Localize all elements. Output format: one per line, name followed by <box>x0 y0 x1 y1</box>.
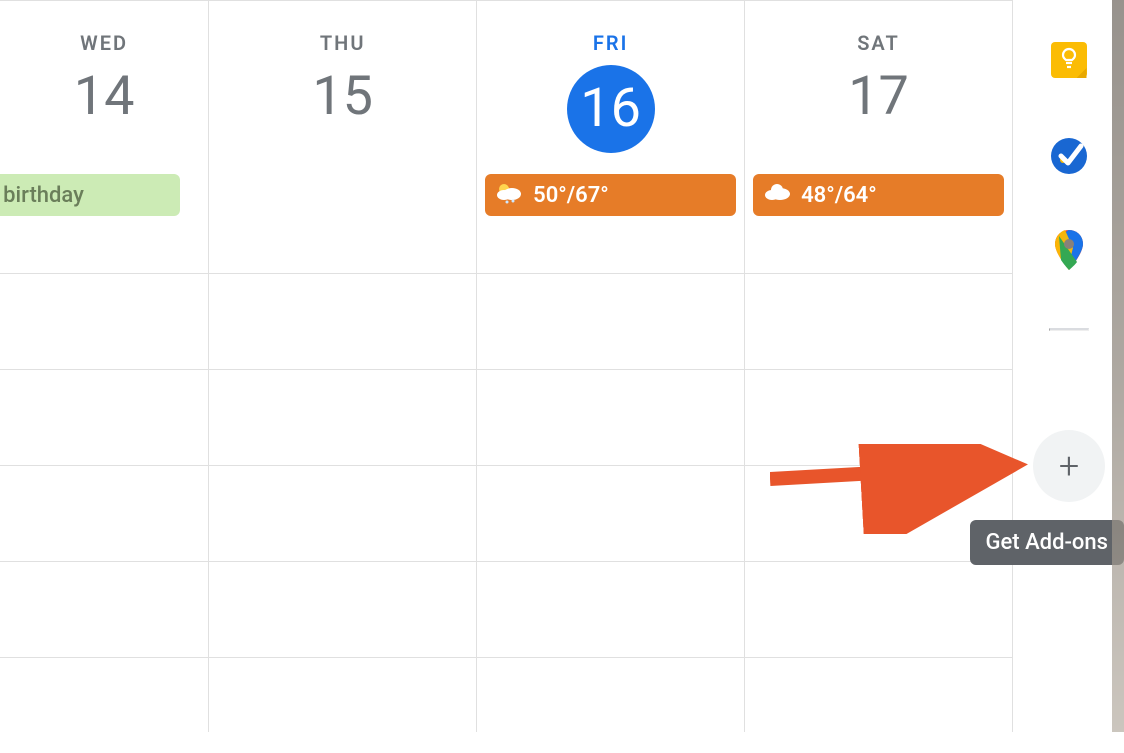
day-name-label: WED <box>0 31 208 55</box>
event-weather-sat[interactable]: 48°/64° <box>753 174 1004 216</box>
keep-icon <box>1051 42 1087 78</box>
tasks-icon <box>1051 138 1087 174</box>
day-header: FRI 16 <box>477 1 744 171</box>
day-header: THU 15 <box>209 1 476 171</box>
day-name-label: THU <box>209 31 476 55</box>
side-panel: + Get Add-ons <box>1012 0 1124 732</box>
day-number-today[interactable]: 16 <box>567 65 655 153</box>
get-addons-tooltip: Get Add-ons <box>970 520 1124 565</box>
keep-button[interactable] <box>1049 40 1089 80</box>
calendar-grid[interactable]: WED 14 l's birthday THU 15 <box>0 0 1012 732</box>
weather-partly-cloudy-icon <box>495 180 523 210</box>
plus-icon: + <box>1059 445 1079 487</box>
weather-temp: 48°/64° <box>801 183 877 208</box>
day-column-wed[interactable]: WED 14 l's birthday <box>0 1 209 732</box>
day-column-thu[interactable]: THU 15 <box>209 1 477 732</box>
weather-temp: 50°/67° <box>533 183 609 208</box>
day-name-label: SAT <box>745 31 1012 55</box>
weather-cloudy-icon <box>763 182 791 208</box>
day-name-label: FRI <box>477 31 744 55</box>
event-birthday[interactable]: l's birthday <box>0 174 180 216</box>
maps-icon <box>1055 230 1083 274</box>
day-column-fri[interactable]: FRI 16 <box>477 1 745 732</box>
event-weather-fri[interactable]: 50°/67° <box>485 174 736 216</box>
day-number-label[interactable]: 14 <box>74 65 135 130</box>
tasks-button[interactable] <box>1049 136 1089 176</box>
window-edge <box>1112 0 1124 732</box>
maps-button[interactable] <box>1049 232 1089 272</box>
get-addons-button[interactable]: + <box>1033 430 1105 502</box>
day-column-sat[interactable]: SAT 17 48°/64 <box>745 1 1012 732</box>
side-divider <box>1049 328 1089 331</box>
day-header: SAT 17 <box>745 1 1012 171</box>
day-number-label[interactable]: 15 <box>312 65 373 130</box>
day-header: WED 14 <box>0 1 208 171</box>
day-number-label[interactable]: 17 <box>848 65 909 130</box>
